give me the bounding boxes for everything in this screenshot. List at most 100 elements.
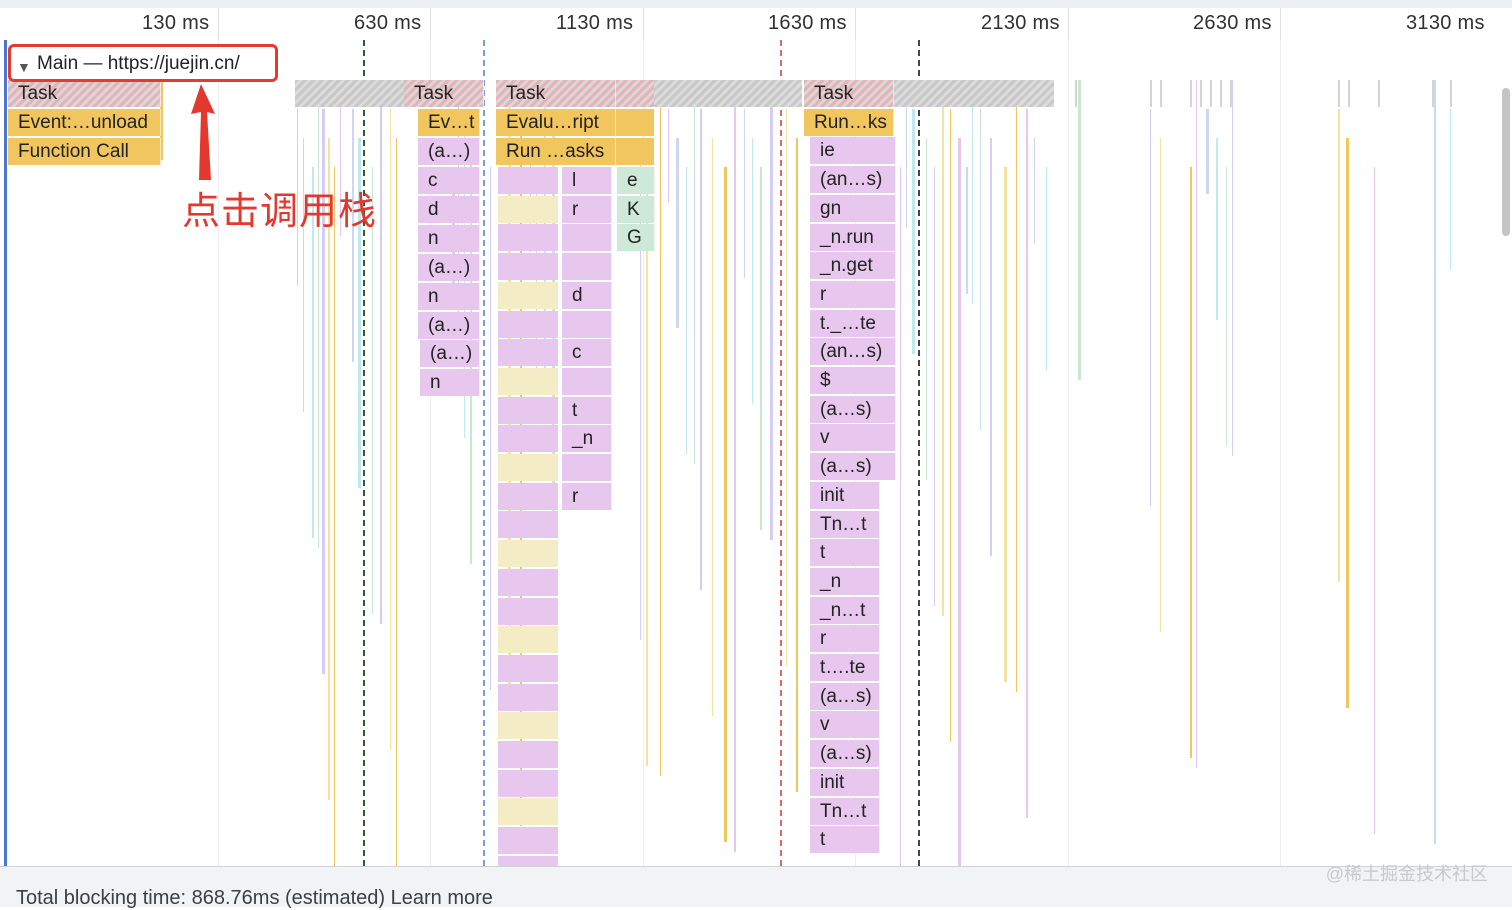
flame-sliver bbox=[796, 138, 798, 792]
flame-frame-strip bbox=[498, 712, 558, 740]
ruler-tick: 3130 ms bbox=[1406, 12, 1485, 34]
flame-sliver bbox=[1078, 80, 1081, 380]
flame-task-tick bbox=[1160, 80, 1162, 107]
flame-frame[interactable]: n bbox=[418, 283, 480, 310]
vertical-scrollbar[interactable] bbox=[1500, 88, 1512, 238]
flame-frame[interactable]: (a…) bbox=[420, 340, 480, 367]
flame-frame[interactable]: (a…) bbox=[418, 312, 480, 339]
flame-frame[interactable]: _n…t bbox=[810, 596, 880, 624]
flame-frame[interactable]: (a…s) bbox=[810, 453, 896, 481]
flame-frame[interactable]: r bbox=[562, 195, 612, 223]
main-thread-header[interactable]: ▼ Main — https://juejin.cn/ bbox=[8, 44, 278, 82]
flame-sliver bbox=[990, 138, 992, 556]
flame-task-tick bbox=[1220, 80, 1222, 107]
flame-frame[interactable]: gn bbox=[810, 194, 896, 222]
flame-event[interactable]: Ev…t bbox=[418, 109, 480, 136]
flame-evaluate-script[interactable]: Evalu…ript bbox=[496, 109, 616, 136]
flame-chart[interactable]: Task Event:…unload Function Call Task Ev… bbox=[0, 40, 1512, 866]
flame-sliver bbox=[1374, 167, 1375, 834]
flame-frame[interactable]: ie bbox=[810, 137, 896, 165]
flame-task[interactable]: Task bbox=[404, 80, 484, 107]
annotation-arrow-icon bbox=[191, 84, 215, 180]
flame-sliver bbox=[686, 167, 687, 454]
flame-frame[interactable]: _n bbox=[810, 567, 880, 595]
flame-sliver bbox=[942, 80, 944, 616]
track-accent bbox=[4, 40, 7, 866]
flame-frame-strip bbox=[498, 281, 558, 309]
flame-gridline bbox=[1068, 40, 1069, 866]
flame-frame-strip bbox=[498, 654, 558, 682]
flame-frame-strip bbox=[498, 683, 558, 711]
flame-frame[interactable]: G bbox=[617, 224, 655, 252]
flame-frame[interactable]: v bbox=[810, 711, 880, 739]
flame-frame[interactable]: l bbox=[562, 167, 612, 194]
flame-frame[interactable]: d bbox=[418, 196, 480, 223]
flame-frame[interactable]: t bbox=[562, 396, 612, 424]
flame-frame[interactable]: K bbox=[617, 195, 655, 223]
flame-function-call[interactable]: Function Call bbox=[8, 138, 161, 165]
flame-frame[interactable] bbox=[562, 310, 612, 338]
expand-triangle-icon[interactable]: ▼ bbox=[17, 59, 31, 75]
marker-line bbox=[483, 40, 485, 866]
flame-frame[interactable] bbox=[562, 367, 612, 395]
scrollbar-thumb[interactable] bbox=[1502, 88, 1510, 236]
flame-frame[interactable] bbox=[562, 224, 612, 252]
flame-sliver bbox=[972, 80, 973, 304]
flame-sliver bbox=[1026, 109, 1028, 818]
flame-frame[interactable]: t bbox=[810, 539, 880, 567]
flame-task-tick bbox=[1230, 80, 1232, 107]
flame-event[interactable]: Event:…unload bbox=[8, 109, 161, 136]
flame-sliver bbox=[1226, 167, 1227, 446]
flame-sliver bbox=[760, 167, 762, 530]
flame-frame[interactable]: _n bbox=[562, 425, 612, 453]
flame-frame[interactable]: r bbox=[810, 280, 896, 308]
flame-run-tasks[interactable]: Run…ks bbox=[804, 108, 894, 136]
flame-frame[interactable]: r bbox=[810, 625, 880, 653]
flame-sliver bbox=[1160, 138, 1161, 632]
flame-frame[interactable]: (a…s) bbox=[810, 682, 880, 710]
flame-frame[interactable]: r bbox=[562, 482, 612, 510]
flame-frame[interactable]: _n.get bbox=[810, 252, 896, 280]
flame-frame[interactable]: d bbox=[562, 281, 612, 309]
flame-frame[interactable]: $ bbox=[810, 367, 896, 394]
flame-sliver bbox=[668, 109, 669, 202]
flame-frame[interactable] bbox=[562, 454, 612, 481]
flame-frame[interactable]: n bbox=[420, 369, 480, 396]
flame-scripting-strip bbox=[616, 138, 654, 165]
flame-frame[interactable]: _n.run bbox=[810, 223, 896, 251]
flame-task[interactable]: Task bbox=[804, 80, 894, 107]
flame-frame[interactable]: c bbox=[418, 167, 480, 194]
flame-task[interactable]: Task bbox=[496, 80, 616, 107]
flame-frame-strip bbox=[498, 597, 558, 625]
flame-frame[interactable]: c bbox=[562, 339, 612, 367]
flame-frame[interactable]: init bbox=[810, 768, 880, 796]
flame-frame[interactable]: (an…s) bbox=[810, 166, 896, 194]
flame-frame-strip bbox=[498, 741, 558, 768]
flame-frame[interactable]: (a…) bbox=[418, 254, 480, 281]
flame-frame[interactable]: (a…) bbox=[418, 138, 480, 165]
flame-frame[interactable]: t bbox=[810, 826, 880, 854]
flame-sliver bbox=[1046, 167, 1047, 370]
flame-frame[interactable]: t….te bbox=[810, 654, 880, 681]
flame-frame[interactable]: t._…te bbox=[810, 309, 896, 337]
flame-sliver bbox=[770, 80, 773, 540]
flame-frame[interactable]: (a…s) bbox=[810, 395, 896, 423]
flame-frame[interactable]: init bbox=[810, 481, 880, 509]
flame-frame[interactable]: (an…s) bbox=[810, 338, 896, 366]
flame-sliver bbox=[912, 109, 915, 354]
flame-frame[interactable]: v bbox=[810, 424, 896, 452]
flame-frame[interactable]: Tn…t bbox=[810, 797, 880, 825]
flame-frame[interactable]: Tn…t bbox=[810, 510, 880, 538]
flame-frame-strip bbox=[498, 367, 558, 395]
flame-frame[interactable]: (a…s) bbox=[810, 740, 880, 768]
flame-task[interactable]: Task bbox=[8, 80, 161, 107]
flame-task-tick bbox=[1450, 80, 1452, 107]
flame-sliver bbox=[934, 167, 935, 606]
flame-frame[interactable] bbox=[562, 253, 612, 281]
flame-run-tasks[interactable]: Run …asks bbox=[496, 138, 616, 165]
flame-sliver bbox=[1190, 167, 1192, 758]
flame-sliver bbox=[926, 138, 927, 480]
flame-frame[interactable]: n bbox=[418, 225, 480, 252]
flame-sliver bbox=[1016, 80, 1017, 692]
flame-frame[interactable]: e bbox=[617, 167, 655, 194]
